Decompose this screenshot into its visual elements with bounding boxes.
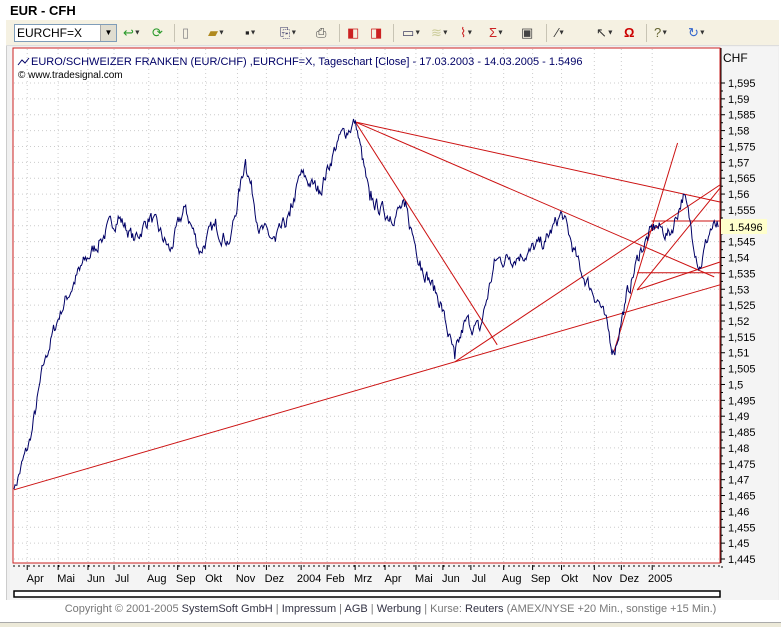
separator: | [421, 603, 431, 615]
footer: Copyright © 2001-2005 SystemSoft GmbH | … [0, 603, 781, 615]
y-tick-label: 1,48 [728, 443, 749, 455]
separator: | [336, 603, 345, 615]
y-tick-label: 1,535 [728, 268, 756, 280]
y-tick-label: 1,555 [728, 205, 756, 217]
y-tick-label: 1,47 [728, 475, 749, 487]
app-window: EUR - CFH EURCHF=X ▼ ↩▼ ⟳ ▯ ▰▼ ▪▼ ⎘▼ ⎙ ◧ … [0, 0, 781, 627]
y-tick-label: 1,595 [728, 78, 756, 90]
y-tick-label: 1,575 [728, 141, 756, 153]
y-tick-label: 1,545 [728, 237, 756, 249]
x-tick-label: Sep [176, 573, 196, 585]
y-tick-label: 1,51 [728, 348, 749, 360]
y-tick-label: 1,5 [728, 379, 743, 391]
y-tick-label: 1,485 [728, 427, 756, 439]
x-tick-label: 2005 [648, 573, 672, 585]
x-tick-label: Nov [236, 573, 256, 585]
x-tick-label: Jun [87, 573, 105, 585]
reuters-link[interactable]: Reuters [465, 603, 504, 615]
last-value: 1.5496 [729, 222, 763, 234]
x-tick-label: Okt [561, 573, 578, 585]
x-tick-label: Apr [384, 573, 401, 585]
y-tick-label: 1,52 [728, 316, 749, 328]
chart-header: EURO/SCHWEIZER FRANKEN (EUR/CHF) ,EURCHF… [31, 56, 583, 68]
y-tick-label: 1,475 [728, 459, 756, 471]
y-tick-label: 1,45 [728, 538, 749, 550]
y-tick-label: 1,46 [728, 506, 749, 518]
x-axis: Apr Mai Jun Jul Aug Sep Okt Nov Dez 2004 Feb Mrz Apr… [13, 565, 720, 585]
x-tick-label: Dez [265, 573, 285, 585]
y-tick-label: 1,54 [728, 253, 749, 265]
kurse-label: Kurse: [430, 603, 465, 615]
y-tick-label: 1,505 [728, 364, 756, 376]
separator: | [367, 603, 377, 615]
y-tick-label: 1,57 [728, 157, 749, 169]
x-tick-label: Jun [442, 573, 460, 585]
y-tick-label: 1,495 [728, 395, 756, 407]
x-tick-label: Okt [205, 573, 222, 585]
price-chart[interactable]: 1,595 1,59 1,585 1,58 1,575 1,57 1,565 1,56 1,55… [0, 0, 781, 603]
x-tick-label: Nov [593, 573, 613, 585]
company-link[interactable]: SystemSoft GmbH [182, 603, 273, 615]
x-tick-label: Mai [415, 573, 433, 585]
werbung-link[interactable]: Werbung [377, 603, 421, 615]
x-tick-label: Jul [472, 573, 486, 585]
y-tick-label: 1,585 [728, 110, 756, 122]
x-tick-label: Aug [147, 573, 167, 585]
x-tick-label: Sep [531, 573, 551, 585]
time-scrollbar[interactable] [13, 590, 721, 598]
y-tick-label: 1,53 [728, 284, 749, 296]
y-tick-label: 1,445 [728, 554, 756, 566]
copyright-text: Copyright © 2001-2005 [64, 603, 182, 615]
delay-note: (AMEX/NYSE +20 Min., sonstige +15 Min.) [503, 603, 717, 615]
x-tick-label: 2004 [297, 573, 321, 585]
x-tick-label: Aug [502, 573, 522, 585]
x-tick-label: Jul [115, 573, 129, 585]
y-tick-label: 1,59 [728, 94, 749, 106]
y-tick-label: 1,455 [728, 522, 756, 534]
y-tick-label: 1,525 [728, 300, 756, 312]
x-tick-label: Apr [27, 573, 44, 585]
x-tick-label: Dez [620, 573, 640, 585]
y-tick-label: 1,465 [728, 491, 756, 503]
impressum-link[interactable]: Impressum [282, 603, 336, 615]
y-tick-label: 1,515 [728, 332, 756, 344]
status-bar [0, 622, 781, 627]
separator: | [272, 603, 282, 615]
currency-label: CHF [723, 51, 748, 65]
y-tick-label: 1,58 [728, 126, 749, 138]
y-tick-label: 1,49 [728, 411, 749, 423]
y-axis: 1,595 1,59 1,585 1,58 1,575 1,57 1,565 1,56 1,55… [720, 48, 756, 568]
x-tick-label: Mai [57, 573, 75, 585]
x-tick-label: Feb [326, 573, 345, 585]
y-tick-label: 1,565 [728, 173, 756, 185]
agb-link[interactable]: AGB [345, 603, 368, 615]
chart-source: © www.tradesignal.com [18, 70, 123, 81]
y-tick-label: 1,56 [728, 189, 749, 201]
x-tick-label: Mrz [354, 573, 372, 585]
